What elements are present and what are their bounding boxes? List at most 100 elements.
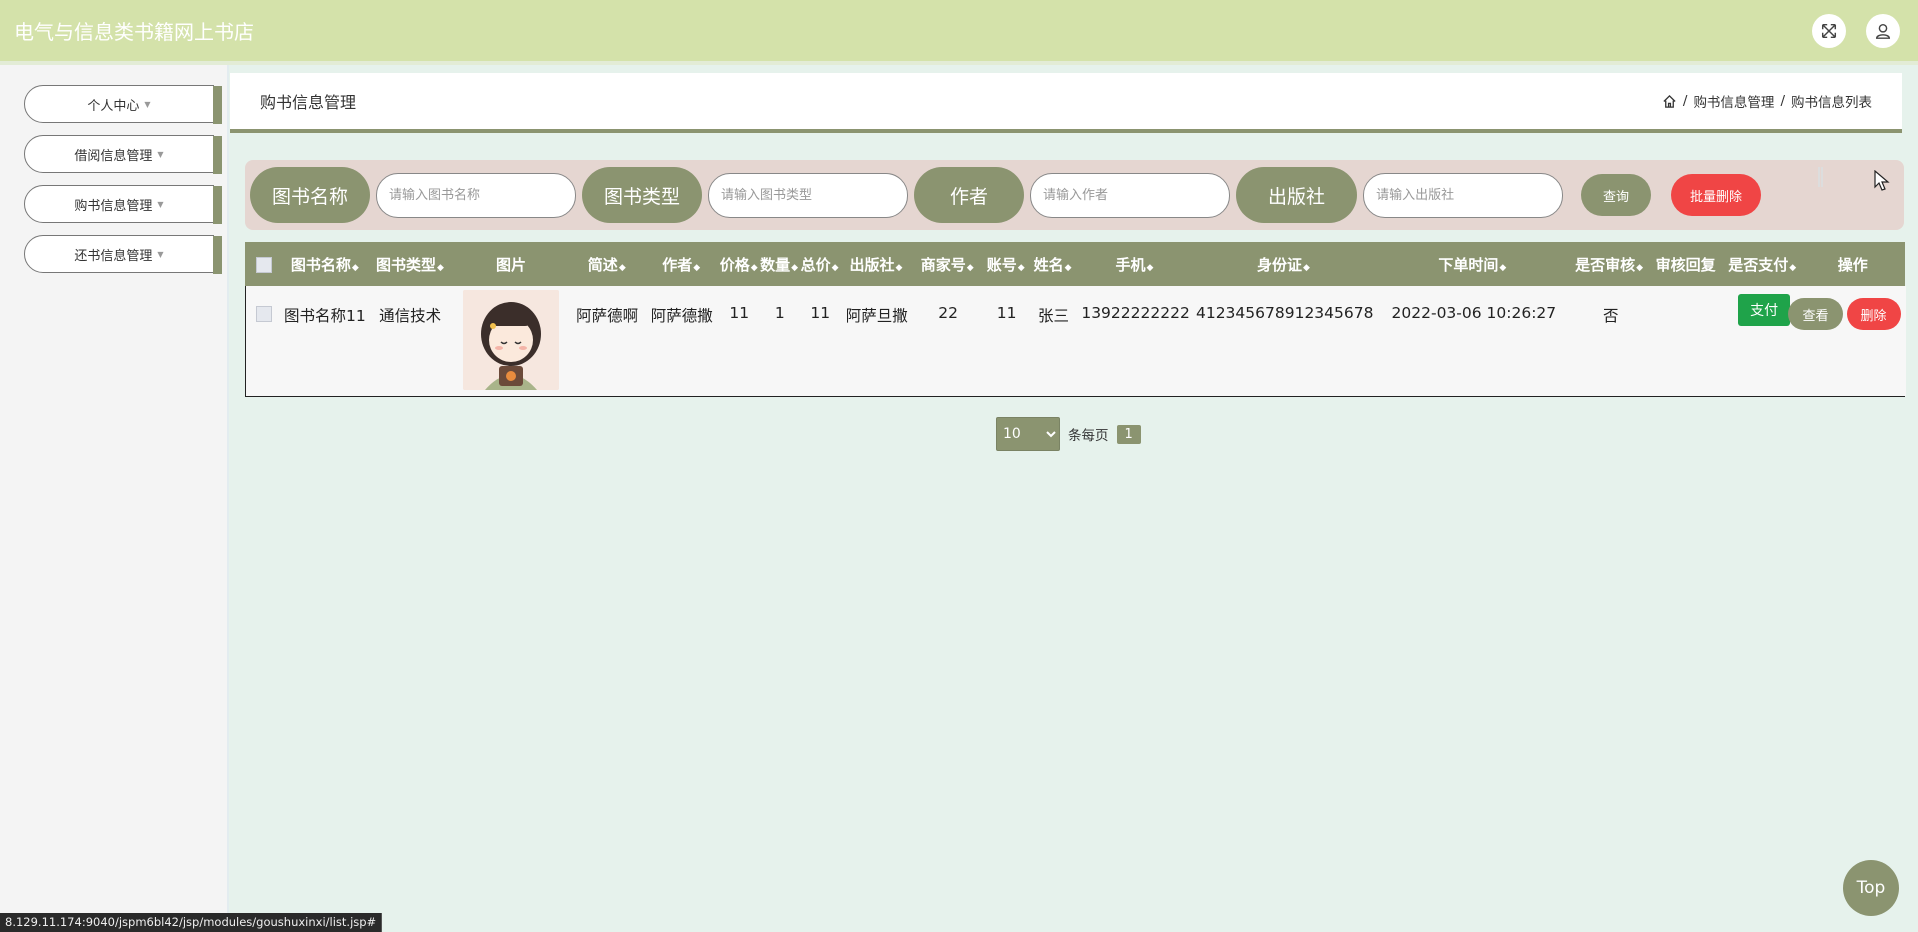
cell-book-type: 通信技术 (379, 307, 442, 325)
page-header: 购书信息管理 / 购书信息管理 / 购书信息列表 (230, 73, 1902, 133)
sort-icon: ◆ (966, 262, 974, 273)
col-header-picture: 图片 (452, 242, 570, 286)
sidebar-item-purchase-info[interactable]: 购书信息管理 ▼ (24, 185, 222, 224)
delete-button[interactable]: 删除 (1846, 298, 1901, 330)
breadcrumb-section[interactable]: 购书信息管理 (1693, 91, 1774, 111)
col-header-phone[interactable]: 手机◆ (1075, 242, 1193, 286)
col-header-quantity[interactable]: 数量◆ (758, 242, 800, 286)
cell-book-name: 图书名称11 (283, 307, 366, 325)
cell-quantity: 1 (774, 304, 785, 322)
view-button[interactable]: 查看 (1788, 298, 1843, 330)
cell-name: 张三 (1038, 307, 1070, 325)
search-label-book-type: 图书类型 (582, 167, 703, 223)
search-label-book-name: 图书名称 (250, 167, 371, 223)
cell-author: 阿萨德撒 (650, 307, 713, 325)
scroll-indicator (1818, 167, 1823, 187)
sort-icon: ◆ (1789, 262, 1797, 273)
col-header-actions: 操作 (1800, 242, 1905, 286)
sort-icon: ◆ (1017, 262, 1025, 273)
caret-down-icon: ▼ (157, 199, 164, 209)
cell-order-time: 2022-03-06 10:26:27 (1391, 304, 1557, 322)
breadcrumb: / 购书信息管理 / 购书信息列表 (1662, 91, 1872, 111)
cell-price: 11 (729, 304, 750, 322)
sort-icon: ◆ (1499, 262, 1507, 273)
sort-icon: ◆ (750, 262, 758, 273)
sidebar-item-label: 还书信息管理 (74, 248, 153, 264)
select-all-checkbox[interactable] (255, 256, 272, 273)
sidebar-item-return-info[interactable]: 还书信息管理 ▼ (24, 235, 222, 274)
col-header-order-time[interactable]: 下单时间◆ (1373, 242, 1571, 286)
user-button[interactable] (1866, 13, 1900, 48)
sort-icon: ◆ (1636, 262, 1643, 273)
book-picture (463, 290, 560, 390)
search-label-publisher: 出版社 (1236, 167, 1358, 223)
search-label-author: 作者 (914, 167, 1025, 223)
sidebar-item-personal-center[interactable]: 个人中心 ▼ (24, 85, 222, 124)
caret-down-icon: ▼ (144, 99, 151, 109)
search-input-book-name[interactable] (376, 172, 577, 218)
col-header-summary[interactable]: 简述◆ (569, 242, 645, 286)
sort-icon: ◆ (1064, 262, 1072, 273)
sort-icon: ◆ (351, 262, 359, 273)
cell-merchant-no: 22 (938, 304, 958, 322)
select-all-header (245, 242, 283, 286)
breadcrumb-separator: / (1780, 93, 1785, 109)
search-input-book-type[interactable] (708, 172, 909, 218)
breadcrumb-separator: / (1682, 93, 1688, 109)
query-button[interactable]: 查询 (1581, 174, 1652, 216)
mouse-cursor-icon (1874, 170, 1890, 191)
sort-icon: ◆ (693, 262, 701, 273)
cell-total: 11 (810, 304, 831, 322)
fullscreen-button[interactable] (1812, 13, 1846, 48)
cell-audit-reply (1649, 286, 1726, 396)
sidebar: 个人中心 ▼ 借阅信息管理 ▼ 购书信息管理 ▼ 还书信息管理 ▼ (0, 65, 229, 932)
col-header-publisher[interactable]: 出版社◆ (839, 242, 913, 286)
col-header-audit-reply: 审核回复 (1647, 242, 1724, 286)
cell-publisher: 阿萨旦撒 (845, 307, 908, 325)
sort-icon: ◆ (831, 262, 839, 273)
cell-actions: 查看 删除 (1788, 286, 1906, 396)
sort-icon: ◆ (618, 262, 626, 273)
batch-delete-button[interactable]: 批量删除 (1671, 174, 1762, 216)
sidebar-item-label: 借阅信息管理 (74, 148, 153, 164)
sidebar-item-label: 购书信息管理 (74, 198, 153, 214)
col-header-account[interactable]: 账号◆ (982, 242, 1030, 286)
row-checkbox[interactable] (256, 305, 273, 322)
col-header-price[interactable]: 价格◆ (718, 242, 759, 286)
pay-button[interactable]: 支付 (1738, 294, 1791, 326)
col-header-author[interactable]: 作者◆ (644, 242, 719, 286)
col-header-total[interactable]: 总价◆ (799, 242, 840, 286)
sort-icon: ◆ (791, 262, 799, 273)
table-row: 图书名称11 通信技术 阿萨德啊 阿萨德撒 11 1 11 阿萨旦撒 22 11… (246, 286, 1906, 396)
home-icon[interactable] (1662, 94, 1677, 109)
col-header-book-type[interactable]: 图书类型◆ (367, 242, 453, 286)
caret-down-icon: ▼ (157, 149, 164, 159)
cell-id-card: 412345678912345678 (1195, 304, 1374, 322)
caret-down-icon: ▼ (157, 249, 164, 259)
main-content: 购书信息管理 / 购书信息管理 / 购书信息列表 图书名称 图书类型 作者 出版… (230, 65, 1918, 932)
col-header-merchant-no[interactable]: 商家号◆ (912, 242, 983, 286)
back-to-top-button[interactable]: Top (1843, 860, 1899, 916)
search-input-author[interactable] (1030, 172, 1231, 218)
search-input-publisher[interactable] (1363, 172, 1564, 218)
col-header-id-card[interactable]: 身份证◆ (1193, 242, 1374, 286)
cell-phone: 13922222222 (1081, 304, 1190, 322)
search-bar: 图书名称 图书类型 作者 出版社 查询 批量删除 (245, 160, 1904, 230)
sidebar-item-label: 个人中心 (87, 98, 140, 114)
sort-icon: ◆ (1302, 262, 1310, 273)
col-header-name[interactable]: 姓名◆ (1029, 242, 1076, 286)
breadcrumb-current: 购书信息列表 (1791, 95, 1872, 111)
cell-summary: 阿萨德啊 (576, 307, 639, 325)
cell-account: 11 (996, 304, 1017, 322)
page-number-current[interactable]: 1 (1116, 424, 1141, 444)
page-size-select[interactable]: 10 (996, 417, 1060, 451)
sort-icon: ◆ (895, 262, 903, 273)
sidebar-item-borrow-info[interactable]: 借阅信息管理 ▼ (24, 135, 222, 174)
user-icon (1875, 23, 1891, 39)
page-title: 购书信息管理 (260, 93, 357, 112)
col-header-audited[interactable]: 是否审核◆ (1570, 242, 1648, 286)
col-header-book-name[interactable]: 图书名称◆ (282, 242, 368, 286)
expand-arrows-icon (1821, 23, 1837, 38)
col-header-paid[interactable]: 是否支付◆ (1723, 242, 1801, 286)
sort-icon: ◆ (1146, 262, 1154, 273)
